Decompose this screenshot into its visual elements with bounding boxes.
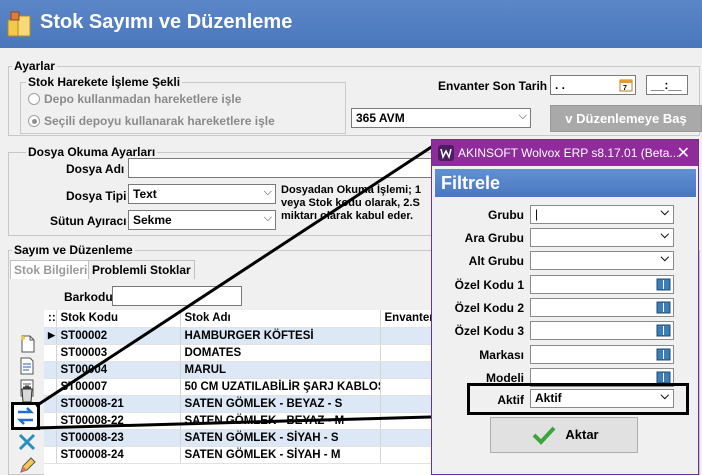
stock-grid: :: Stok Kodu Stok Adı Envanter ▶ ST00002 H… [44,310,444,475]
edit-document-icon[interactable] [16,356,38,376]
chevron-down-icon: ⌵ [660,390,669,402]
window-title: Stok Sayımı ve Düzenleme [40,11,293,33]
chevron-down-icon: ⌵ [518,110,527,122]
radio-circle [28,93,40,105]
table-row[interactable]: ▶ ST00002 HAMBURGER KÖFTESİ [44,327,444,345]
filter-dialog: AKINSOFT Wolvox ERP s8.17.01 (Beta... ✕ … [431,139,699,475]
table-row[interactable]: ST00008-23 SATEN GÖMLEK - SİYAH - S [44,429,444,447]
barcode-input[interactable] [112,286,242,306]
lookup-book-icon[interactable] [656,277,671,292]
active-select[interactable]: Aktif ⌵ [530,389,674,408]
file-type-select[interactable]: Text ⌵ [128,184,276,204]
calendar-icon[interactable]: 7 [619,78,633,92]
radio-circle-selected [28,115,40,127]
barcode-label: Barkodu [64,290,113,304]
tab-problem-stocks[interactable]: Problemli Stoklar [88,260,195,279]
svg-text:7: 7 [623,85,627,92]
special-code-2-label: Özel Kodu 2 [454,301,524,315]
inventory-date-label: Envanter Son Tarih [438,79,548,93]
special-code-3-field[interactable] [530,321,674,340]
group-select[interactable]: | ⌵ [530,205,674,224]
radio-selected-depot[interactable]: Seçili depoyu kullanarak hareketlere işl… [28,114,275,128]
chevron-down-icon: ⌵ [660,206,669,218]
inventory-time-field[interactable]: __:__ [646,75,688,95]
file-read-info: Dosyadan Okuma İşlemi; 1 veya Stok kodu … [281,184,421,222]
table-header: :: Stok Kodu Stok Adı Envanter [44,310,444,328]
stock-process-label: Stok Harekete İşleme Şekli [26,75,183,89]
filter-heading: Filtrele [435,169,696,197]
special-code-1-field[interactable] [530,275,674,294]
transfer-button[interactable]: Aktar [490,417,638,453]
sub-group-label: Ara Grubu [464,231,524,245]
new-document-icon[interactable] [16,334,38,354]
file-name-label: Dosya Adı [66,162,125,176]
brand-label: Markası [479,348,524,362]
chevron-down-icon: ⌵ [660,229,669,241]
settings-group-label: Ayarlar [12,59,57,73]
transfer-button-highlight[interactable] [11,402,40,430]
pencil-icon[interactable] [16,455,38,475]
stock-table: :: Stok Kodu Stok Adı Envanter ▶ ST00002 H… [44,310,444,464]
depot-select[interactable]: 365 AVM ⌵ [351,108,531,128]
stock-count-app-icon [7,11,31,37]
group-label: Grubu [488,208,524,222]
tools-icon[interactable] [16,432,38,452]
special-code-2-field[interactable] [530,298,674,317]
delete-icon[interactable] [16,384,38,404]
table-row[interactable]: ST00004 MARUL [44,361,444,379]
sub-group-select[interactable]: ⌵ [530,228,674,247]
start-adjustment-button[interactable]: v Düzenlemeye Baş [550,105,702,132]
chevron-down-icon: ⌵ [660,252,669,264]
file-name-input[interactable] [128,158,434,178]
column-header-stock-name[interactable]: Stok Adı [180,310,381,328]
lookup-book-icon[interactable] [656,323,671,338]
dialog-title-bar: AKINSOFT Wolvox ERP s8.17.01 (Beta... ✕ [432,140,698,166]
close-icon[interactable]: ✕ [677,143,690,163]
table-row[interactable]: ST00007 50 CM UZATILABİLİR ŞARJ KABLOSU [44,378,444,396]
chevron-down-icon: ⌵ [263,212,272,224]
tab-stock-info[interactable]: Stok Bilgileri [10,260,92,279]
radio-no-depot[interactable]: Depo kullanmadan hareketlere işle [28,92,241,106]
dialog-title: AKINSOFT Wolvox ERP s8.17.01 (Beta... [458,146,680,160]
table-row[interactable]: ST00008-21 SATEN GÖMLEK - BEYAZ - S [44,395,444,413]
file-type-label: Dosya Tipi [66,189,127,203]
count-group-label: Sayım ve Düzenleme [12,243,135,257]
separator-label: Sütun Ayıracı [50,214,127,228]
check-icon [532,426,556,445]
brand-field[interactable] [530,345,674,364]
row-indicator: ▶ [44,327,57,345]
column-header-stock-code[interactable]: Stok Kodu [56,310,181,328]
transfer-arrows-icon [16,407,35,425]
table-row[interactable]: ST00008-22 SATEN GÖMLEK - BEYAZ - M [44,412,444,430]
table-row[interactable]: ST00008-24 SATEN GÖMLEK - SİYAH - M [44,446,444,464]
lookup-book-icon[interactable] [656,300,671,315]
file-settings-label: Dosya Okuma Ayarları [26,145,158,159]
special-code-3-label: Özel Kodu 3 [454,324,524,338]
chevron-down-icon: ⌵ [263,186,272,198]
grid-corner[interactable]: :: [44,310,57,328]
active-label: Aktif [497,393,524,407]
special-code-1-label: Özel Kodu 1 [454,278,524,292]
table-row[interactable]: ST00003 DOMATES [44,344,444,362]
title-bar: Stok Sayımı ve Düzenleme [0,0,702,48]
lower-group-select[interactable]: ⌵ [530,251,674,270]
lookup-book-icon[interactable] [656,347,671,362]
inventory-date-field[interactable]: . . 7 [550,75,636,95]
lower-group-label: Alt Grubu [468,254,524,268]
wolvox-logo-icon [438,145,454,161]
separator-select[interactable]: Sekme ⌵ [128,210,276,230]
